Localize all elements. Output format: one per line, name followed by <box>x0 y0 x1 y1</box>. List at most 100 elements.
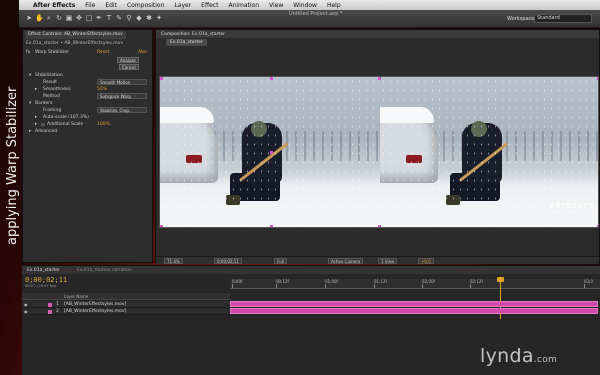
lynda-logo-text: lynda <box>480 345 534 367</box>
method-label: Method <box>43 94 60 99</box>
additional-scale-value[interactable]: 100% <box>97 121 110 128</box>
brush-tool-icon[interactable]: ✎ <box>115 14 123 23</box>
anchor-point[interactable] <box>270 151 273 154</box>
layer-duration-bar[interactable] <box>230 308 598 314</box>
camera-dropdown[interactable]: Active Camera <box>328 258 364 264</box>
type-tool-icon[interactable]: T <box>105 14 113 23</box>
warp-stabilizer-header[interactable]: fx Warp Stabilizer Reset Abo <box>25 49 152 56</box>
eye-icon[interactable]: ◉ <box>24 308 28 315</box>
pen-tool-icon[interactable]: ✒ <box>95 14 103 23</box>
framing-dropdown[interactable]: Stabilize, Crop... <box>97 107 147 113</box>
reset-button[interactable]: Reset <box>97 49 110 56</box>
views-dropdown[interactable]: 1 View <box>378 258 398 264</box>
disclosure-triangle-icon[interactable]: ▸ <box>29 128 31 135</box>
puppet-tool-icon[interactable]: ✦ <box>155 14 163 23</box>
app-window: After Effects File Edit Composition Laye… <box>0 0 600 375</box>
mask-tool-icon[interactable]: □ <box>85 14 93 23</box>
composition-viewer[interactable]: ARTBEATS ROYALTY FREE STOCK <box>159 76 599 228</box>
fx-icon[interactable]: fx <box>26 49 30 56</box>
layer-handle[interactable] <box>597 77 598 80</box>
disclosure-triangle-icon[interactable]: ▾ <box>29 72 31 79</box>
menu-edit[interactable]: Edit <box>100 2 122 9</box>
label-color-swatch[interactable] <box>48 310 52 314</box>
analyze-button[interactable]: Analyze <box>117 57 139 63</box>
disclosure-triangle-icon[interactable]: ▸ <box>35 121 37 128</box>
layer-handle[interactable] <box>378 225 381 227</box>
menu-window[interactable]: Window <box>288 2 322 9</box>
ruler-tick: 00;12f <box>276 279 289 288</box>
timeline-tab-motion-variation[interactable]: Ex.01b_motion variation <box>74 267 135 274</box>
composition-subtab[interactable]: Ex.01a_starter <box>166 39 207 46</box>
smoothness-label: Smoothness <box>43 87 71 92</box>
stopwatch-icon[interactable]: ◷ <box>41 121 45 128</box>
effect-controls-tab[interactable]: Effect Controls: AB_WinterEffectsyles.mo… <box>25 31 126 39</box>
layer-handle[interactable] <box>270 225 273 227</box>
roto-brush-tool-icon[interactable]: ✱ <box>145 14 153 23</box>
ruler-tick: 02;12f <box>470 279 483 288</box>
timeline-layer-row[interactable]: ◉ 2 [AB_WinterEffectsyles.mov] <box>22 308 230 315</box>
layer-name[interactable]: [AB_WinterEffectsyles.mov] <box>64 301 126 308</box>
layer-name[interactable]: [AB_WinterEffectsyles.mov] <box>64 308 126 315</box>
label-color-swatch[interactable] <box>48 303 52 307</box>
hand-tool-icon[interactable]: ✋ <box>35 14 44 23</box>
menu-app-name[interactable]: After Effects <box>29 2 80 9</box>
resolution-dropdown[interactable]: Full <box>274 258 287 264</box>
exposure-value[interactable]: +0.0 <box>418 258 434 264</box>
rotate-tool-icon[interactable]: ↻ <box>55 14 63 23</box>
watermark-subtext: ROYALTY FREE STOCK <box>548 211 595 215</box>
stabilization-group[interactable]: ▾ Stabilization <box>25 72 152 79</box>
ruler-tick: 03;0 <box>584 279 593 288</box>
borders-group[interactable]: ▾ Borders <box>25 100 152 107</box>
composition-tabs: Composition: Ex.01a_starter <box>156 30 599 38</box>
menu-effect[interactable]: Effect <box>196 2 223 9</box>
eye-icon[interactable]: ◉ <box>24 301 28 308</box>
selection-tool-icon[interactable]: ➤ <box>25 14 33 23</box>
camera-tool-icon[interactable]: ▣ <box>65 14 73 23</box>
advanced-group[interactable]: ▸ Advanced <box>25 128 152 135</box>
workspace-label: Workspace: <box>507 16 537 22</box>
smoothness-value[interactable]: 50% <box>97 86 107 93</box>
composition-panel: Composition: Ex.01a_starter Ex.01a_start… <box>155 29 600 264</box>
timecode-display[interactable]: 0;00;02;11 <box>214 258 242 264</box>
analyze-row: Analyze <box>25 57 152 64</box>
current-time-display[interactable]: 0;00;02;11 <box>25 276 67 284</box>
result-dropdown[interactable]: Smooth Motion <box>97 79 147 85</box>
lesson-title: applying Warp Stabilizer <box>5 86 20 245</box>
layer-handle[interactable] <box>378 77 381 80</box>
layer-duration-bar[interactable] <box>230 301 598 307</box>
zoom-dropdown[interactable]: 71.4% <box>164 258 183 264</box>
layer-handle[interactable] <box>597 225 598 227</box>
ruler-tick: 01;12f <box>374 279 387 288</box>
menu-animation[interactable]: Animation <box>223 2 264 9</box>
menu-help[interactable]: Help <box>322 2 346 9</box>
cancel-button[interactable]: Cancel <box>119 64 139 70</box>
stabilization-label: Stabilization <box>35 73 63 78</box>
zoom-tool-icon[interactable]: ⌕ <box>45 14 53 23</box>
eraser-tool-icon[interactable]: ◆ <box>135 14 143 23</box>
timeline-layer-row[interactable]: ◉ 1 [AB_WinterEffectsyles.mov] <box>22 301 230 308</box>
warp-stabilizer-name: Warp Stabilizer <box>35 50 70 55</box>
auto-scale-row[interactable]: ▸ Auto-scale (107.3%) <box>25 114 152 121</box>
layer-handle[interactable] <box>160 225 163 227</box>
composition-tab[interactable]: Composition: Ex.01a_starter <box>158 31 228 38</box>
method-dropdown[interactable]: Subspace Warp <box>97 93 147 99</box>
pan-behind-tool-icon[interactable]: ✥ <box>75 14 83 23</box>
timeline-tab-starter[interactable]: Ex.01a_starter <box>24 267 63 274</box>
frame-rate-display: 00071 (29.97 fps) <box>25 284 57 288</box>
clone-tool-icon[interactable]: ⚲ <box>125 14 133 23</box>
layer-name-column[interactable]: Layer Name <box>64 293 88 300</box>
disclosure-triangle-icon[interactable]: ▾ <box>29 100 31 107</box>
ruler-tick: 0;00f <box>232 279 243 288</box>
about-button[interactable]: Abo <box>138 49 147 56</box>
layer-handle[interactable] <box>270 77 273 80</box>
framing-label: Framing <box>43 108 62 113</box>
layer-handle[interactable] <box>160 77 163 80</box>
time-ruler[interactable]: 0;00f 00;12f 01;00f 01;12f 02;00f 02;12f… <box>230 279 600 289</box>
disclosure-triangle-icon[interactable]: ▸ <box>35 86 37 93</box>
disclosure-triangle-icon[interactable]: ▸ <box>35 114 37 121</box>
menu-view[interactable]: View <box>264 2 288 9</box>
workspace-select[interactable]: Standard <box>534 14 592 23</box>
menu-file[interactable]: File <box>80 2 100 9</box>
menu-layer[interactable]: Layer <box>169 2 196 9</box>
menu-composition[interactable]: Composition <box>122 2 169 9</box>
